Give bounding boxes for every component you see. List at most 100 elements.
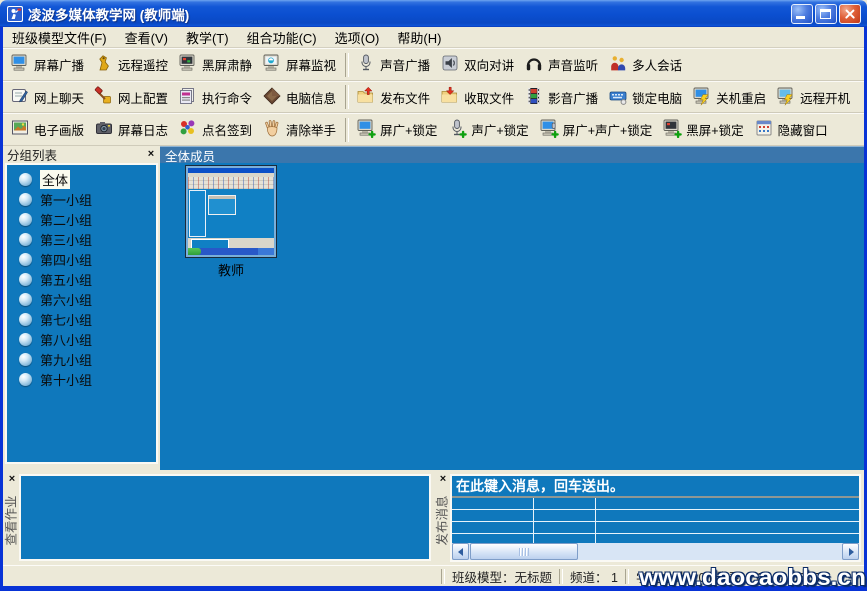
toolbar-button-screen-log[interactable]: 屏幕日志: [90, 116, 174, 143]
toolbar-button-collect-file[interactable]: 收取文件: [436, 84, 520, 111]
toolbar-button-voice-broadcast[interactable]: 声音广播: [352, 51, 436, 78]
toolbar-button-label: 电子画版: [34, 120, 84, 139]
toolbar-button-exec-command[interactable]: 执行命令: [174, 84, 258, 111]
homework-panel: × 查看作业: [3, 470, 434, 565]
group-label: 第七小组: [40, 310, 92, 329]
message-close-icon[interactable]: ×: [436, 473, 450, 486]
horizontal-scrollbar: [452, 543, 859, 560]
menu-item[interactable]: 查看(V): [116, 26, 177, 49]
net-config-icon: [94, 86, 114, 109]
net-chat-icon: [10, 86, 30, 109]
group-label: 第二小组: [40, 210, 92, 229]
group-label: 第六小组: [40, 290, 92, 309]
toolbar-button-voice-lock[interactable]: 声广+锁定: [443, 116, 534, 143]
toolbar-button-shutdown-restart[interactable]: 关机重启: [688, 84, 772, 111]
window-title: 凌波多媒体教学网 (教师端): [28, 4, 189, 24]
remote-control-icon: [94, 53, 114, 76]
send-file-icon: [356, 86, 376, 109]
menu-item[interactable]: 组合功能(C): [238, 26, 326, 49]
toolbar-button-media-broadcast[interactable]: 影音广播: [520, 84, 604, 111]
window-controls: [791, 4, 867, 24]
toolbar-button-two-way-talk[interactable]: 双向对讲: [436, 51, 520, 78]
group-ball-icon: [19, 213, 32, 226]
menu-item[interactable]: 班级模型文件(F): [3, 26, 116, 49]
toolbar-button-clear-hands[interactable]: 清除举手: [258, 116, 342, 143]
toolbar-button-net-config[interactable]: 网上配置: [90, 84, 174, 111]
toolbar-button-whiteboard[interactable]: 电子画版: [6, 116, 90, 143]
window-border-left: [0, 27, 3, 586]
minimize-button[interactable]: [791, 4, 813, 24]
toolbar-button-screen-lock[interactable]: 屏广+锁定: [352, 116, 443, 143]
toolbar-button-computer-info[interactable]: 电脑信息: [258, 84, 342, 111]
group-item[interactable]: 第一小组: [7, 189, 156, 209]
toolbar-button-blackscreen-lock[interactable]: 黑屏+锁定: [658, 116, 749, 143]
group-item[interactable]: 第三小组: [7, 229, 156, 249]
scroll-right-icon[interactable]: [842, 543, 859, 560]
menu-item[interactable]: 帮助(H): [388, 26, 450, 49]
menu-item[interactable]: 教学(T): [177, 26, 238, 49]
toolbar-button-label: 影音广播: [548, 88, 598, 107]
toolbar-button-lock-computer[interactable]: 锁定电脑: [604, 84, 688, 111]
scrollbar-thumb[interactable]: [470, 543, 578, 560]
group-item[interactable]: 第四小组: [7, 249, 156, 269]
toolbar-button-net-chat[interactable]: 网上聊天: [6, 84, 90, 111]
members-header-label: 全体成员: [165, 146, 215, 165]
toolbar-button-remote-control[interactable]: 远程遥控: [90, 51, 174, 78]
toolbar-button-label: 点名签到: [202, 120, 252, 139]
group-item[interactable]: 第十小组: [7, 369, 156, 389]
toolbar-button-label: 黑屏肃静: [202, 55, 252, 74]
group-list-close-icon[interactable]: ×: [144, 148, 158, 161]
group-item[interactable]: 第五小组: [7, 269, 156, 289]
toolbar-button-multi-chat[interactable]: 多人会话: [604, 51, 688, 78]
group-ball-icon: [19, 253, 32, 266]
toolbar-button-voice-monitor[interactable]: 声音监听: [520, 51, 604, 78]
message-history-grid: [452, 498, 859, 543]
toolbar-button-label: 屏幕广播: [34, 55, 84, 74]
group-ball-icon: [19, 233, 32, 246]
computer-info-icon: [262, 86, 282, 109]
voice-broadcast-icon: [356, 53, 376, 76]
menu-item[interactable]: 选项(O): [326, 26, 389, 49]
group-ball-icon: [19, 333, 32, 346]
toolbar-button-send-file[interactable]: 发布文件: [352, 84, 436, 111]
group-ball-icon: [19, 353, 32, 366]
status-section-0: 班级模型：无标题: [445, 567, 559, 586]
homework-tab-label: 查看作业: [1, 487, 20, 555]
group-item[interactable]: 第七小组: [7, 309, 156, 329]
toolbar-button-screen-monitor[interactable]: 屏幕监视: [258, 51, 342, 78]
toolbar-button-label: 声广+锁定: [471, 120, 528, 139]
message-input[interactable]: 在此键入消息，回车送出。: [452, 476, 859, 498]
close-button[interactable]: [839, 4, 861, 24]
toolbar-button-hide-window[interactable]: 隐藏窗口: [750, 116, 834, 143]
toolbar-button-label: 黑屏+锁定: [686, 120, 743, 139]
toolbar-button-remote-poweron[interactable]: 远程开机: [772, 84, 856, 111]
scroll-left-icon[interactable]: [452, 543, 469, 560]
toolbar-button-label: 清除举手: [286, 120, 336, 139]
toolbar-button-label: 执行命令: [202, 88, 252, 107]
group-item[interactable]: 第九小组: [7, 349, 156, 369]
group-label: 第四小组: [40, 250, 92, 269]
maximize-button[interactable]: [815, 4, 837, 24]
toolbar-row-3: 电子画版屏幕日志 点名签到 清除举手 屏广+锁定 声广+锁定屏广+声广+锁定 黑屏+锁定隐…: [3, 113, 864, 146]
toolbar-button-label: 屏广+锁定: [380, 120, 437, 139]
members-header: 全体成员: [160, 146, 864, 163]
teacher-thumbnail[interactable]: [185, 165, 277, 258]
voice-monitor-icon: [524, 53, 544, 76]
toolbar-separator: [345, 53, 349, 77]
scrollbar-track[interactable]: [578, 543, 842, 560]
toolbar-button-screen-voice-lock[interactable]: 屏广+声广+锁定: [535, 116, 659, 143]
toolbar-button-roll-call[interactable]: 点名签到: [174, 116, 258, 143]
toolbar-button-label: 网上聊天: [34, 88, 84, 107]
toolbar-button-black-screen[interactable]: 黑屏肃静: [174, 51, 258, 78]
group-item[interactable]: 第八小组: [7, 329, 156, 349]
toolbar-button-label: 远程开机: [800, 88, 850, 107]
group-item[interactable]: 第六小组: [7, 289, 156, 309]
group-item[interactable]: 全体: [7, 169, 156, 189]
blackscreen-lock-icon: [662, 118, 682, 141]
group-label: 全体: [40, 170, 70, 189]
homework-close-icon[interactable]: ×: [5, 473, 19, 486]
group-item[interactable]: 第二小组: [7, 209, 156, 229]
toolbar-button-screen-broadcast[interactable]: 屏幕广播: [6, 51, 90, 78]
watermark-text: www.daocaobbs.cn: [639, 564, 866, 591]
group-list-panel: 分组列表 × 全体第一小组第二小组第三小组第四小组第五小组第六小组第七小组第八小…: [3, 146, 160, 466]
